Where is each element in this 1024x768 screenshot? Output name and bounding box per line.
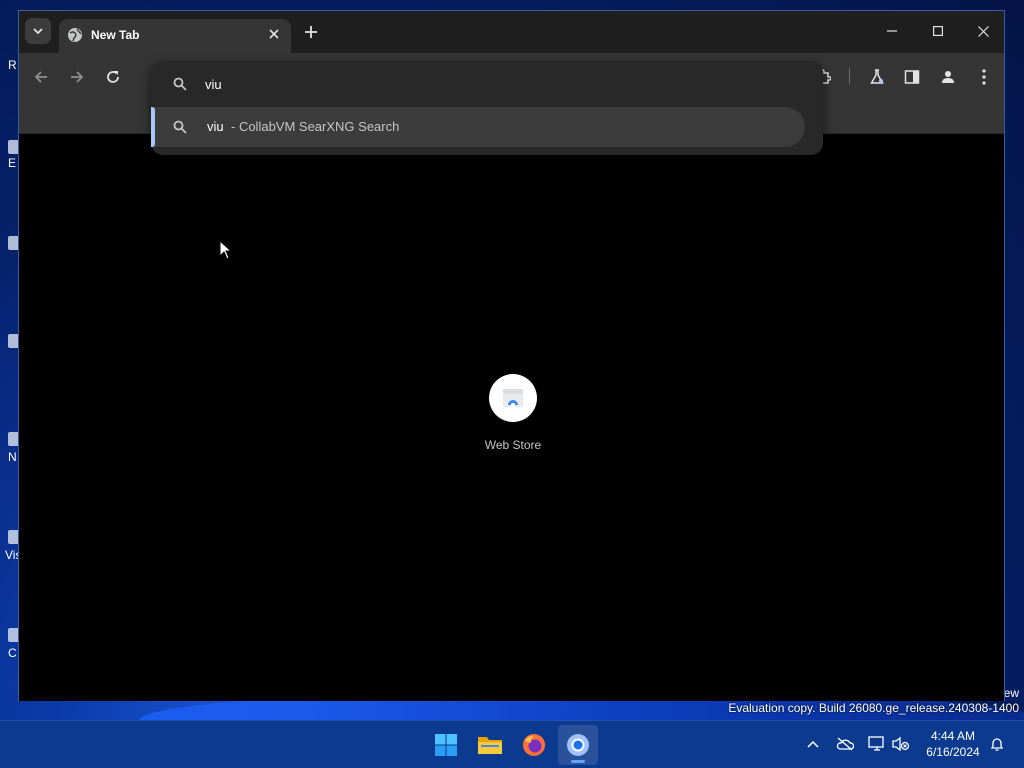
side-panel-button[interactable] bbox=[898, 63, 926, 91]
side-panel-icon bbox=[904, 70, 920, 84]
flask-icon bbox=[870, 69, 884, 84]
tab-close-button[interactable] bbox=[265, 25, 283, 43]
start-button[interactable] bbox=[426, 725, 466, 765]
show-hidden-icons-button[interactable] bbox=[804, 735, 822, 753]
reload-icon bbox=[107, 71, 119, 83]
clock-time: 4:44 AM bbox=[930, 729, 976, 743]
search-icon bbox=[173, 120, 187, 134]
bell-icon bbox=[990, 738, 1004, 751]
new-tab-button[interactable] bbox=[299, 20, 323, 44]
suggestion-description: - CollabVM SearXNG Search bbox=[231, 119, 400, 134]
minimize-button[interactable] bbox=[869, 11, 915, 51]
browser-window: New Tab Web Store viu viu - CollabVM Sea… bbox=[18, 10, 1005, 701]
file-explorer-icon bbox=[478, 737, 502, 754]
new-tab-page: Web Store bbox=[19, 133, 1004, 701]
chrome-button[interactable] bbox=[558, 725, 598, 765]
minimize-icon bbox=[887, 30, 897, 32]
maximize-button[interactable] bbox=[915, 11, 961, 51]
shortcut-web-store[interactable]: Web Store bbox=[473, 374, 553, 464]
labs-button[interactable] bbox=[863, 63, 891, 91]
chrome-menu-button[interactable] bbox=[970, 63, 998, 91]
omnibox[interactable] bbox=[151, 61, 823, 107]
web-store-icon bbox=[489, 374, 537, 422]
network-button[interactable] bbox=[868, 735, 886, 753]
title-bar: New Tab bbox=[19, 11, 1004, 53]
arrow-right-icon bbox=[71, 71, 84, 83]
selection-indicator bbox=[151, 107, 155, 147]
firefox-button[interactable] bbox=[514, 725, 554, 765]
profile-button[interactable] bbox=[934, 63, 962, 91]
close-window-button[interactable] bbox=[960, 11, 1006, 51]
tab-new-tab[interactable]: New Tab bbox=[59, 19, 291, 53]
mouse-cursor-icon bbox=[219, 240, 233, 260]
desktop-icon-label[interactable]: C bbox=[8, 646, 17, 660]
system-clock[interactable]: 4:44 AM 6/16/2024 bbox=[918, 728, 988, 760]
kebab-menu-icon bbox=[982, 69, 986, 85]
volume-muted-icon bbox=[892, 736, 910, 752]
chevron-down-icon bbox=[33, 28, 43, 35]
close-icon bbox=[269, 29, 279, 39]
shortcut-label: Web Store bbox=[484, 438, 542, 452]
notifications-button[interactable] bbox=[988, 735, 1006, 753]
file-explorer-button[interactable] bbox=[470, 725, 510, 765]
chrome-icon bbox=[567, 734, 589, 756]
toolbar-separator bbox=[849, 68, 850, 84]
onedrive-icon bbox=[836, 737, 854, 751]
tab-search-button[interactable] bbox=[25, 18, 51, 44]
active-app-indicator bbox=[571, 760, 585, 763]
arrow-left-icon bbox=[34, 71, 47, 83]
start-icon bbox=[435, 734, 457, 756]
watermark-fragment: ew bbox=[1003, 686, 1019, 700]
taskbar: 4:44 AM 6/16/2024 bbox=[0, 720, 1024, 768]
omnibox-dropdown: viu - CollabVM SearXNG Search bbox=[151, 61, 823, 155]
search-icon bbox=[173, 77, 187, 91]
forward-button[interactable] bbox=[63, 63, 91, 91]
suggestion-query: viu bbox=[207, 119, 224, 134]
desktop-icon-label[interactable]: R bbox=[8, 58, 17, 72]
firefox-icon bbox=[523, 734, 545, 756]
reload-button[interactable] bbox=[99, 63, 127, 91]
plus-icon bbox=[305, 26, 317, 38]
network-icon bbox=[868, 736, 884, 751]
omnibox-input[interactable] bbox=[205, 73, 705, 95]
back-button[interactable] bbox=[27, 63, 55, 91]
omnibox-suggestion[interactable]: viu - CollabVM SearXNG Search bbox=[151, 107, 805, 147]
volume-button[interactable] bbox=[892, 735, 910, 753]
desktop-icon-label[interactable]: N bbox=[8, 450, 17, 464]
tab-title: New Tab bbox=[91, 28, 140, 42]
maximize-icon bbox=[933, 26, 943, 36]
onedrive-button[interactable] bbox=[836, 735, 854, 753]
globe-icon bbox=[68, 28, 82, 42]
chevron-up-icon bbox=[807, 740, 819, 748]
desktop-icon-label[interactable]: E bbox=[8, 156, 16, 170]
close-icon bbox=[977, 25, 989, 37]
evaluation-watermark: Evaluation copy. Build 26080.ge_release.… bbox=[728, 701, 1019, 715]
person-icon bbox=[942, 71, 954, 83]
clock-date: 6/16/2024 bbox=[926, 745, 980, 759]
